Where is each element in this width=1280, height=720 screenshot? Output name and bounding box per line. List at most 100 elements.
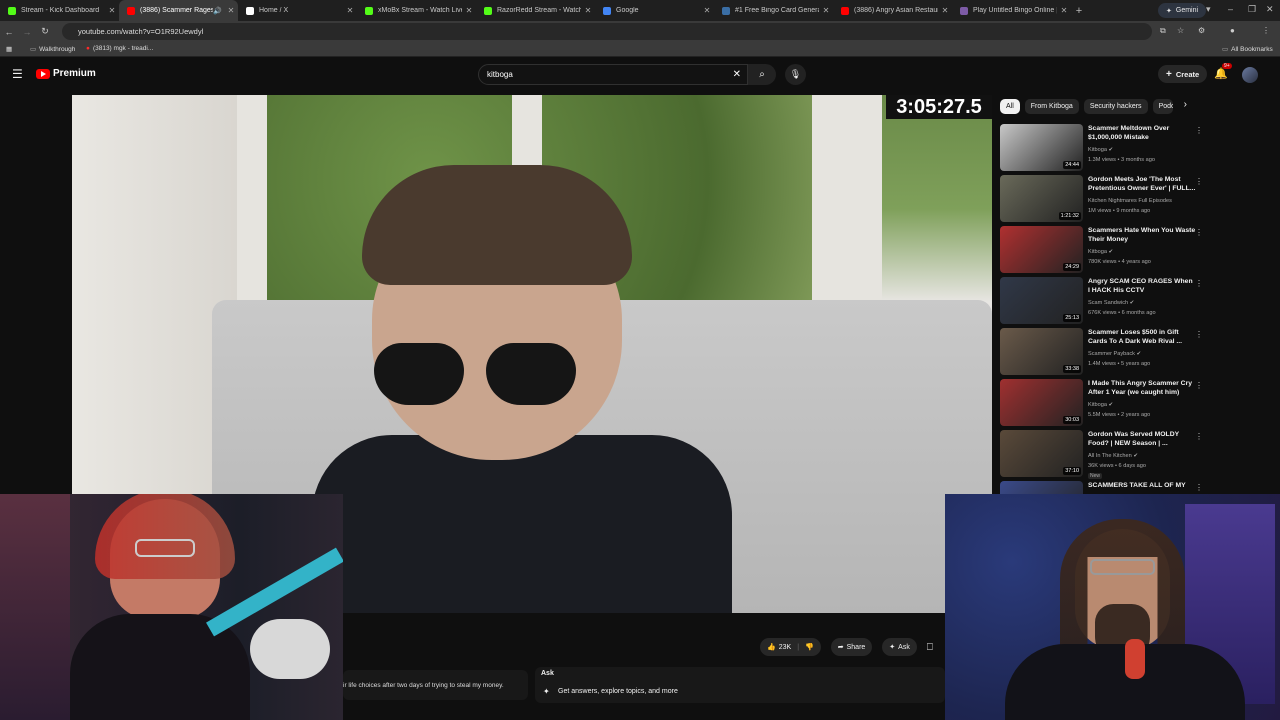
search-input[interactable]: kitboga ✕ <box>478 64 748 85</box>
more-options-icon[interactable]: ⋮ <box>1195 126 1203 135</box>
recommendation-item[interactable]: 24:29 Scammers Hate When You Waste Their … <box>1000 226 1210 277</box>
bookmark-walkthrough[interactable]: ▭ Walkthrough <box>30 45 75 54</box>
youtube-logo[interactable]: Premium <box>36 68 96 79</box>
video-thumbnail[interactable]: 25:13 <box>1000 277 1083 324</box>
chip-from-kitboga[interactable]: From Kitboga <box>1024 99 1079 114</box>
video-thumbnail[interactable]: 33:38 <box>1000 328 1083 375</box>
browser-tab-strip: Stream - Kick Dashboard ✕ (3886) Scammer R… <box>0 0 1280 21</box>
chip-all[interactable]: All <box>1000 99 1020 114</box>
video-thumbnail[interactable]: 37:10 <box>1000 430 1083 477</box>
chevron-right-icon[interactable]: › <box>1184 99 1187 114</box>
thumbs-down-icon[interactable]: 👎 <box>805 643 814 651</box>
chip-podcasts[interactable]: Podc <box>1152 99 1173 114</box>
bookmark-star-icon[interactable]: ☆ <box>1177 26 1184 35</box>
ask-panel[interactable]: Ask ✦ Get answers, explore topics, and m… <box>535 667 945 703</box>
menu-dots-icon[interactable]: ⋮ <box>1262 26 1270 35</box>
chip-security-hackers[interactable]: Security hackers <box>1083 99 1148 114</box>
verified-icon: ✔ <box>1108 249 1114 255</box>
speaker-icon[interactable]: 🔊 <box>213 7 222 15</box>
channel-name[interactable]: Kitchen Nightmares Full Episodes <box>1088 198 1172 204</box>
close-tab-icon[interactable]: ✕ <box>462 6 476 15</box>
create-button[interactable]: + Create <box>1158 65 1208 83</box>
cast-icon[interactable]: ⧉ <box>1160 26 1166 36</box>
close-window-icon[interactable]: ✕ <box>1266 4 1274 15</box>
video-title[interactable]: SCAMMERS TAKE ALL OF MY <box>1088 482 1196 491</box>
more-options-icon[interactable]: ⋮ <box>1195 432 1203 441</box>
cam-person-glasses <box>135 539 195 557</box>
browser-tab[interactable]: Play Untitled Bingo Online | Bi ✕ <box>952 0 1071 21</box>
browser-tab[interactable]: Home / X ✕ <box>238 0 357 21</box>
recommendation-item[interactable]: 33:38 Scammer Loses $500 in Gift Cards To… <box>1000 328 1210 379</box>
apps-icon[interactable]: ▦ <box>6 45 12 53</box>
video-title[interactable]: Scammer Loses $500 in Gift Cards To A Da… <box>1088 329 1196 346</box>
channel-name[interactable]: Kitboga ✔ <box>1088 402 1113 408</box>
address-bar[interactable]: youtube.com/watch?v=O1R92Uewdyl <box>62 23 1152 40</box>
browser-tab[interactable]: Google ✕ <box>595 0 714 21</box>
video-thumbnail[interactable]: 1:21:32 <box>1000 175 1083 222</box>
channel-name[interactable]: Kitboga ✔ <box>1088 147 1113 153</box>
browser-tab[interactable]: xMoBx Stream - Watch Live on✕ <box>357 0 476 21</box>
bookmark-mgk[interactable]: ● (3813) mgk - treadi... <box>86 45 153 52</box>
share-label: Share <box>846 643 866 651</box>
more-options-icon[interactable]: ⋮ <box>1195 330 1203 339</box>
video-title[interactable]: Scammer Meltdown Over $1,000,000 Mistake <box>1088 125 1196 142</box>
duration-badge: 33:38 <box>1063 365 1081 373</box>
description-snippet[interactable]: ir life choices after two days of trying… <box>343 670 528 700</box>
all-bookmarks[interactable]: ▭ All Bookmarks <box>1222 45 1273 54</box>
recommendation-item[interactable]: 1:21:32 Gordon Meets Joe 'The Most Preten… <box>1000 175 1210 226</box>
recommendation-item[interactable]: 37:10 Gordon Was Served MOLDY Food? | NEW… <box>1000 430 1210 481</box>
close-tab-icon[interactable]: ✕ <box>224 6 238 15</box>
close-tab-icon[interactable]: ✕ <box>105 6 119 15</box>
browser-tab[interactable]: (3886) Angry Asian Restaurant✕ <box>833 0 952 21</box>
browser-tab[interactable]: RazorRedd Stream - Watch Live✕ <box>476 0 595 21</box>
channel-name[interactable]: Scammer Payback ✔ <box>1088 351 1141 357</box>
close-tab-icon[interactable]: ✕ <box>819 6 833 15</box>
avatar[interactable] <box>1242 67 1258 83</box>
close-tab-icon[interactable]: ✕ <box>938 6 952 15</box>
video-thumbnail[interactable]: 24:44 <box>1000 124 1083 171</box>
channel-name[interactable]: Scam Sandwich ✔ <box>1088 300 1134 306</box>
share-button[interactable]: ➦ Share <box>830 638 873 656</box>
channel-name[interactable]: Kitboga ✔ <box>1088 249 1113 255</box>
video-title[interactable]: Angry SCAM CEO RAGES When I HACK His CCT… <box>1088 278 1196 295</box>
tab-search-icon[interactable]: ▾ <box>1206 4 1211 15</box>
gemini-button[interactable]: ✦ Gemini <box>1158 3 1207 18</box>
hamburger-menu-icon[interactable]: ☰ <box>12 67 23 81</box>
search-button[interactable]: ⌕ <box>748 64 776 85</box>
close-tab-icon[interactable]: ✕ <box>343 6 357 15</box>
close-tab-icon[interactable]: ✕ <box>1057 6 1071 15</box>
back-icon[interactable]: ← <box>0 27 18 37</box>
new-tab-button[interactable]: + <box>1071 5 1087 17</box>
reload-icon[interactable]: ↻ <box>36 26 54 37</box>
save-bookmark-icon[interactable]: ⎕ <box>927 642 933 653</box>
close-tab-icon[interactable]: ✕ <box>700 6 714 15</box>
more-options-icon[interactable]: ⋮ <box>1195 177 1203 186</box>
recommendation-item[interactable]: 24:44 Scammer Meltdown Over $1,000,000 Mi… <box>1000 124 1210 175</box>
channel-name[interactable]: All In The Kitchen ✔ <box>1088 453 1138 459</box>
minimize-icon[interactable]: – <box>1228 4 1233 14</box>
video-thumbnail[interactable]: 30:03 <box>1000 379 1083 426</box>
video-title[interactable]: Gordon Was Served MOLDY Food? | NEW Seas… <box>1088 431 1196 448</box>
close-tab-icon[interactable]: ✕ <box>581 6 595 15</box>
forward-icon[interactable]: → <box>18 27 36 37</box>
more-options-icon[interactable]: ⋮ <box>1195 381 1203 390</box>
ask-button[interactable]: ✦ Ask <box>882 638 917 656</box>
more-options-icon[interactable]: ⋮ <box>1195 228 1203 237</box>
recommendation-item[interactable]: 25:13 Angry SCAM CEO RAGES When I HACK Hi… <box>1000 277 1210 328</box>
clear-search-icon[interactable]: ✕ <box>733 69 741 80</box>
browser-tab[interactable]: #1 Free Bingo Card Generator✕ <box>714 0 833 21</box>
video-title[interactable]: I Made This Angry Scammer Cry After 1 Ye… <box>1088 380 1196 397</box>
video-title[interactable]: Scammers Hate When You Waste Their Money <box>1088 227 1196 244</box>
more-options-icon[interactable]: ⋮ <box>1195 483 1203 492</box>
profile-icon[interactable]: ● <box>1230 26 1235 35</box>
video-title[interactable]: Gordon Meets Joe 'The Most Pretentious O… <box>1088 176 1196 193</box>
browser-tab[interactable]: (3886) Scammer Rages Lou...🔊✕ <box>119 0 238 21</box>
more-options-icon[interactable]: ⋮ <box>1195 279 1203 288</box>
recommendation-item[interactable]: 30:03 I Made This Angry Scammer Cry After… <box>1000 379 1210 430</box>
voice-search-button[interactable]: 🎙 <box>785 64 806 85</box>
video-thumbnail[interactable]: 24:29 <box>1000 226 1083 273</box>
maximize-icon[interactable]: ❐ <box>1248 4 1256 15</box>
extensions-icon[interactable]: ⚙ <box>1198 26 1205 35</box>
like-button[interactable]: 👍 23K | 👎 <box>760 638 821 656</box>
browser-tab[interactable]: Stream - Kick Dashboard ✕ <box>0 0 119 21</box>
